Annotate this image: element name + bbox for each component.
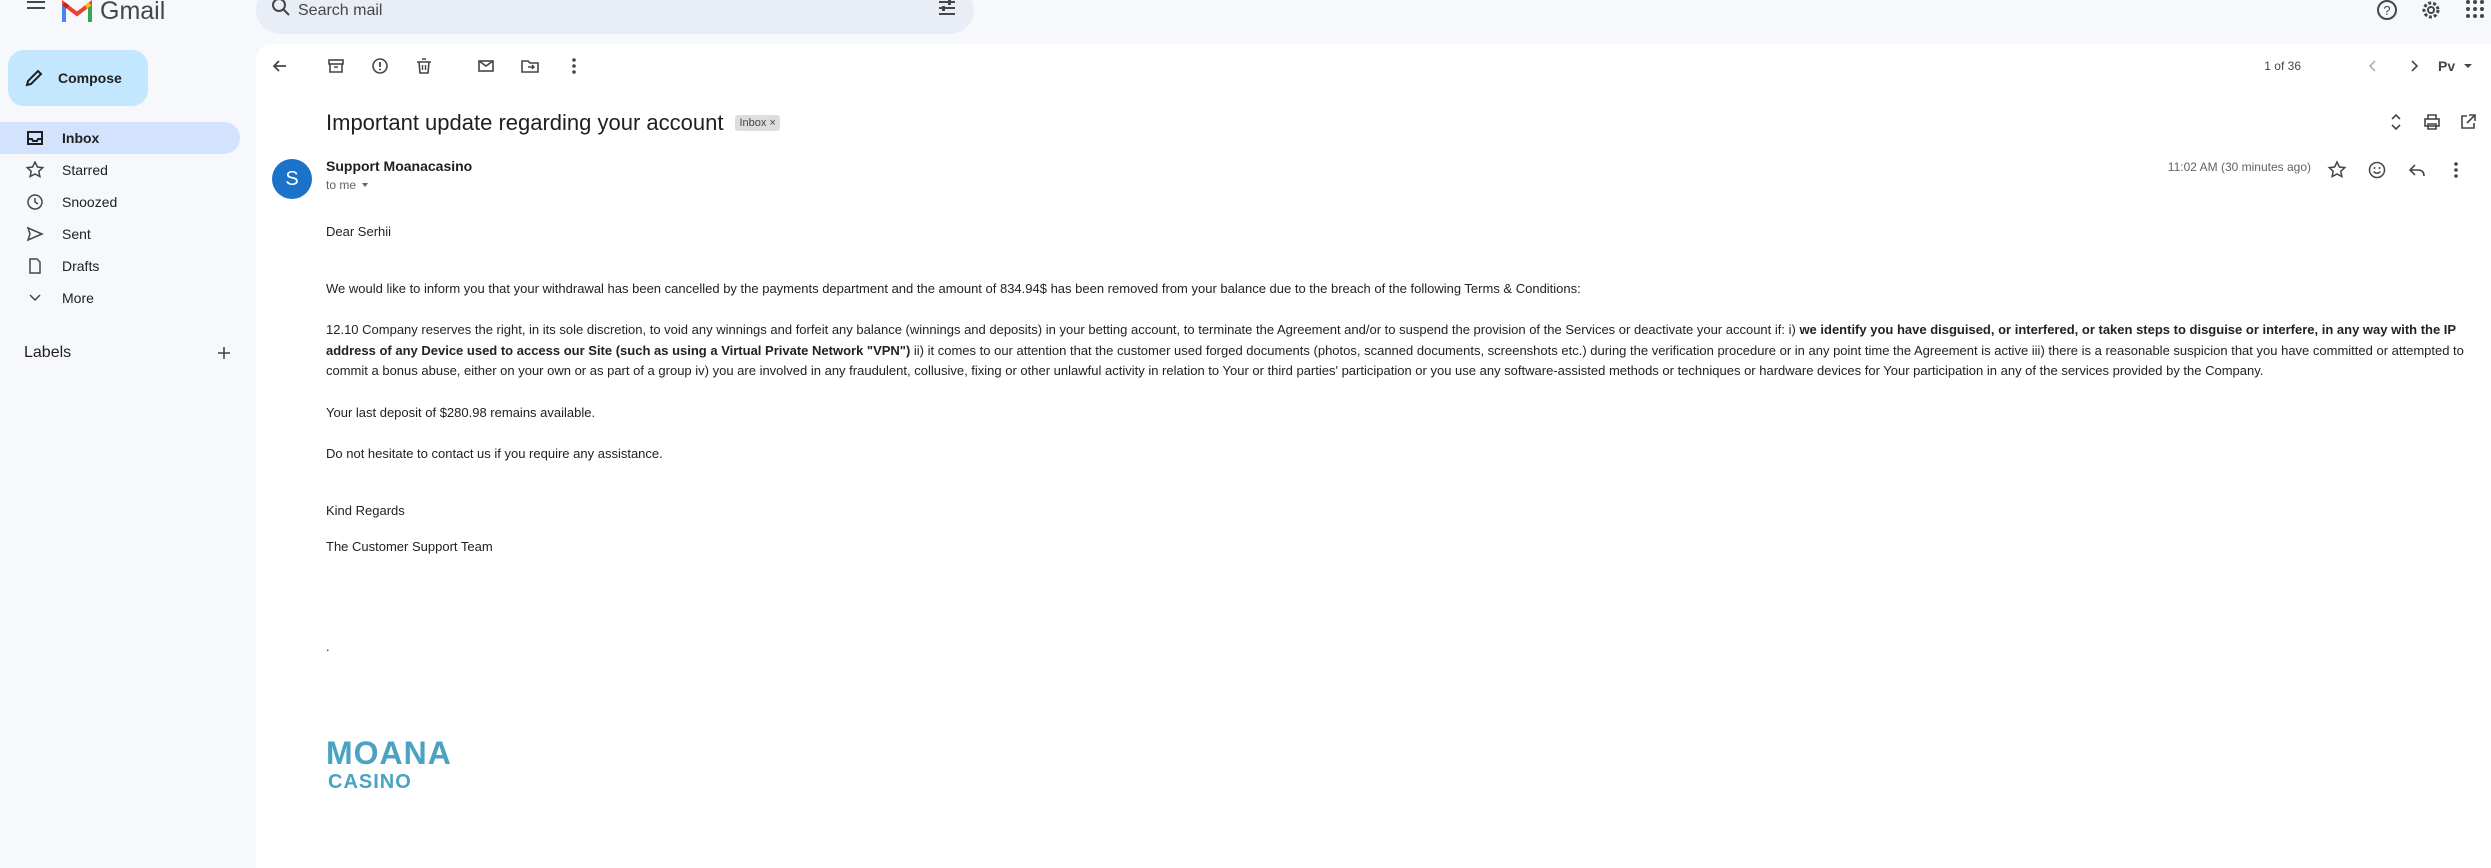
chevron-down-icon [29,294,41,302]
recipient-details[interactable]: to me [326,178,370,192]
search-options-icon[interactable] [936,0,958,22]
draft-icon [29,258,41,274]
compose-label: Compose [58,70,122,86]
sidebar-item-sent[interactable]: Sent [0,218,240,250]
sidebar-item-starred[interactable]: Starred [0,154,240,186]
sidebar-item-drafts[interactable]: Drafts [0,250,240,282]
main-menu-icon[interactable] [24,0,48,22]
open-new-window-icon[interactable] [2458,112,2478,132]
send-icon [26,226,44,242]
email-subject: Important update regarding your account [326,110,724,135]
body-paragraph-2: 12.10 Company reserves the right, in its… [326,320,2476,382]
gmail-m-icon [62,0,92,22]
sidebar-item-snoozed[interactable]: Snoozed [0,186,240,218]
mark-unread-icon[interactable] [476,56,496,76]
star-icon [26,161,44,179]
trailing-dot: . [326,638,330,654]
labels-header: Labels [24,341,232,365]
input-tools-icon[interactable]: Pv [2436,56,2476,76]
app-name: Gmail [100,0,166,25]
sidebar-item-label: Sent [62,226,91,242]
sidebar-item-label: More [62,290,94,306]
top-bar: Gmail Search mail ? [0,0,2491,40]
archive-icon[interactable] [326,56,346,76]
svg-text:Pv: Pv [2438,58,2455,74]
logo-line-2: CASINO [328,771,412,793]
sidebar-item-label: Starred [62,162,108,178]
caret-down-icon [362,183,369,187]
star-icon[interactable] [2327,160,2347,180]
search-input[interactable]: Search mail [298,0,382,22]
moana-casino-logo: MOANA CASINO [326,734,466,794]
sender-avatar[interactable]: S [272,159,312,199]
labels-title: Labels [24,344,72,361]
search-icon[interactable] [270,0,292,22]
message-more-icon[interactable] [2446,160,2466,180]
report-spam-icon[interactable] [370,56,390,76]
compose-button[interactable]: Compose [8,50,148,106]
apps-grid-icon[interactable] [2463,0,2487,22]
back-arrow-icon[interactable] [270,56,290,76]
email-body: Dear Serhii We would like to inform you … [326,222,2476,678]
delete-icon[interactable] [414,56,434,76]
body-paragraph-4: Do not hesitate to contact us if you req… [326,446,663,461]
settings-icon[interactable] [2419,0,2443,22]
sidebar-item-more[interactable]: More [0,282,240,314]
inbox-icon [27,131,43,145]
email-timestamp: 11:02 AM (30 minutes ago) [2167,160,2311,174]
inbox-label-chip: Inbox × [735,115,780,131]
terms-text: 12.10 Company reserves the right, in its… [326,322,1800,337]
message-view: 1 of 36 Pv Important update regarding yo… [256,44,2491,868]
greeting: Dear Serhii [326,224,392,239]
move-to-icon[interactable] [520,56,540,76]
help-icon[interactable]: ? [2375,0,2399,22]
logo-line-1: MOANA [326,735,452,771]
add-label-icon[interactable] [216,345,232,361]
sidebar-item-label: Drafts [62,258,100,274]
sidebar-item-inbox[interactable]: Inbox [0,122,240,154]
emoji-reaction-icon[interactable] [2367,160,2387,180]
gmail-logo[interactable]: Gmail [62,0,166,25]
clock-icon [27,194,43,210]
pencil-icon [25,69,43,87]
print-icon[interactable] [2422,112,2442,132]
newer-chevron-icon[interactable] [2363,56,2383,76]
subject-row: Important update regarding your account … [326,110,780,136]
search-bar[interactable]: Search mail [256,0,974,34]
sign-off: Kind Regards [326,502,405,518]
reply-icon[interactable] [2407,160,2427,180]
more-vertical-icon[interactable] [564,56,584,76]
sidebar-item-label: Snoozed [62,194,118,210]
sender-name[interactable]: Support Moanacasino [326,158,472,174]
body-paragraph-3: Your last deposit of $280.98 remains ava… [326,404,596,420]
label-chip-text: Inbox [739,117,767,129]
sidebar-nav: Inbox Starred Snoozed Sent Drafts More [0,122,240,314]
sidebar-item-label: Inbox [62,130,100,146]
remove-label-icon[interactable]: × [769,117,775,129]
body-paragraph-1: We would like to inform you that your wi… [326,280,1581,296]
svg-text:?: ? [2383,3,2390,18]
pager-count: 1 of 36 [2264,59,2301,73]
signature-team: The Customer Support Team [326,539,493,554]
older-chevron-icon[interactable] [2404,56,2424,76]
recipient-text: to me [326,178,357,192]
expand-all-icon[interactable] [2386,112,2406,132]
